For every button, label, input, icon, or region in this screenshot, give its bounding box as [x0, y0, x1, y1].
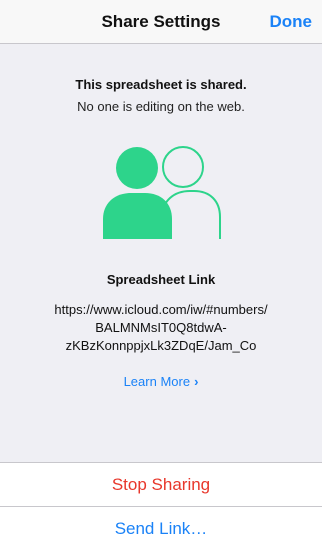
link-url-line: https://www.icloud.com/iw/#numbers/: [54, 302, 268, 317]
editing-status-text: No one is editing on the web.: [77, 99, 245, 114]
navigation-bar: Share Settings Done: [0, 0, 322, 44]
done-button[interactable]: Done: [270, 12, 313, 32]
action-group: Stop Sharing Send Link…: [0, 462, 322, 551]
stop-sharing-button[interactable]: Stop Sharing: [0, 463, 322, 507]
send-link-button[interactable]: Send Link…: [0, 507, 322, 551]
learn-more-label: Learn More: [123, 374, 191, 389]
learn-more-link[interactable]: Learn More ›: [0, 374, 322, 389]
people-shared-icon: [100, 143, 222, 241]
link-heading: Spreadsheet Link: [106, 272, 216, 287]
link-url-line: BALMNMsIT0Q8tdwA-: [95, 320, 227, 335]
shared-status-headline: This spreadsheet is shared.: [75, 77, 247, 92]
chevron-right-icon: ›: [194, 374, 199, 389]
link-url-line: zKBzKonnppjxLk3ZDqE/Jam_Co: [65, 338, 257, 353]
spreadsheet-link-url: https://www.icloud.com/iw/#numbers/ BALM…: [20, 301, 302, 355]
